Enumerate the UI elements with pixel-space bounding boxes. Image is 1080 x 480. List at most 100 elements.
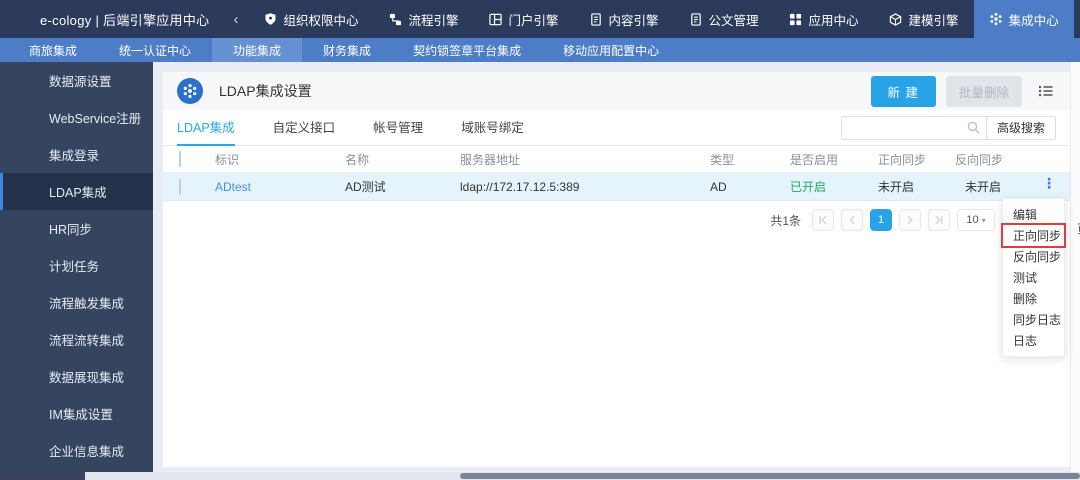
topnav-label: 内容引擎 [608, 13, 659, 28]
tab-domain-account-binding[interactable]: 域账号绑定 [461, 110, 524, 146]
new-button[interactable]: 新 建 [870, 75, 936, 107]
topnav-item-org-permission[interactable]: 组织权限中心 [248, 0, 373, 38]
topnav-label: 组织权限中心 [283, 13, 359, 28]
row-actions-context-menu: 编辑 正向同步 反向同步 测试 删除 同步日志 日志 [1002, 198, 1065, 357]
menu-item-forward-sync[interactable]: 正向同步 [1003, 225, 1064, 246]
search-area: 高级搜索 [840, 115, 1056, 140]
column-header-name: 名称 [345, 152, 370, 167]
column-header-reverse-sync: 反向同步 [955, 152, 1004, 167]
tab-ldap-integration[interactable]: LDAP集成 [177, 110, 235, 146]
menu-item-sync-log[interactable]: 同步日志 [1003, 309, 1064, 330]
menu-item-reverse-sync[interactable]: 反向同步 [1003, 246, 1064, 267]
menu-item-delete[interactable]: 删除 [1003, 288, 1064, 309]
app-logo: e-cology | 后端引擎应用中心 [40, 12, 210, 28]
tab-account-management[interactable]: 帐号管理 [373, 110, 423, 146]
topnav-item-content-engine[interactable]: 内容引擎 [574, 0, 674, 38]
topnav-item-modeling-engine[interactable]: 建模引擎 [874, 0, 974, 38]
column-header-enabled: 是否启用 [790, 152, 839, 167]
document-icon [589, 12, 603, 26]
row-actions-menu-icon[interactable]: ⋮ [1042, 176, 1056, 195]
column-header-type: 类型 [710, 152, 735, 167]
row-checkbox[interactable] [179, 178, 181, 195]
topnav-label: 集成中心 [1008, 13, 1059, 28]
batch-delete-button[interactable]: 批量删除 [945, 75, 1022, 107]
row-type: AD [710, 179, 727, 194]
tab-list: LDAP集成 自定义接口 帐号管理 域账号绑定 [177, 110, 524, 146]
sidebar-item-scheduled-tasks[interactable]: 计划任务 [0, 247, 153, 284]
sidebar-item-workflow-trigger[interactable]: 流程触发集成 [0, 284, 153, 321]
subnav-item-qiyuesuo[interactable]: 契约锁签章平台集成 [392, 38, 542, 62]
prev-page-button[interactable] [841, 209, 863, 231]
right-scroll-gutter [1070, 62, 1080, 472]
search-icon[interactable] [967, 121, 981, 135]
topnav-item-workflow-engine[interactable]: 流程引擎 [373, 0, 473, 38]
search-input[interactable] [840, 115, 987, 140]
sidebar-item-integration-login[interactable]: 集成登录 [0, 136, 153, 173]
row-id-link[interactable]: ADtest [215, 180, 251, 194]
topnav-label: 应用中心 [808, 13, 859, 28]
sidebar-item-im-settings[interactable]: IM集成设置 [0, 395, 153, 432]
topnav-label: 门户引擎 [508, 13, 559, 28]
menu-item-test[interactable]: 测试 [1003, 267, 1064, 288]
sidebar-item-ldap[interactable]: LDAP集成 [0, 173, 153, 210]
menu-item-log[interactable]: 日志 [1003, 330, 1064, 351]
layout-icon [488, 12, 502, 26]
nav-back-chevron-icon[interactable]: ‹ [223, 11, 248, 28]
pagination-total-label: 共1条 [770, 213, 801, 228]
nav-forward-chevron-icon[interactable]: › [1074, 11, 1080, 28]
select-all-checkbox[interactable] [179, 151, 181, 167]
top-navigation-bar: e-cology | 后端引擎应用中心 ‹ 组织权限中心 流程引擎 门户引擎 内… [0, 0, 1080, 38]
menu-item-edit[interactable]: 编辑 [1003, 204, 1064, 225]
shield-icon [263, 12, 277, 26]
column-header-forward-sync: 正向同步 [878, 152, 927, 167]
tab-custom-interface[interactable]: 自定义接口 [273, 110, 336, 146]
cube-icon [889, 12, 903, 26]
scrollbar-corner [0, 472, 85, 480]
table-row[interactable]: ADtest AD测试 ldap://172.17.12.5:389 AD 已开… [163, 173, 1070, 201]
header-actions: 新 建 批量删除 [870, 75, 1057, 107]
subnav-item-function[interactable]: 功能集成 [212, 38, 303, 62]
page-size-value: 10 [966, 214, 979, 226]
left-sidebar: 数据源设置 WebService注册 集成登录 LDAP集成 HR同步 计划任务… [0, 62, 153, 472]
topnav-item-integration-center[interactable]: 集成中心 [973, 0, 1074, 38]
sidebar-item-hr-sync[interactable]: HR同步 [0, 210, 153, 247]
row-enabled-status: 已开启 [790, 180, 827, 194]
last-page-button[interactable] [928, 209, 950, 231]
list-view-toggle-icon[interactable] [1036, 81, 1056, 101]
card-header: LDAP集成设置 新 建 批量删除 [163, 72, 1070, 110]
row-forward-sync-status: 未开启 [878, 180, 915, 194]
sidebar-item-webservice[interactable]: WebService注册 [0, 99, 153, 136]
sidebar-item-enterprise-info[interactable]: 企业信息集成 [0, 432, 153, 469]
next-page-button[interactable] [899, 209, 921, 231]
row-reverse-sync-status: 未开启 [965, 180, 1002, 194]
topnav-item-app-center[interactable]: 应用中心 [774, 0, 874, 38]
ldap-settings-card: LDAP集成设置 新 建 批量删除 LDAP集成 自定义接口 帐号管理 域账号绑… [163, 72, 1080, 467]
sidebar-item-data-display[interactable]: 数据展现集成 [0, 358, 153, 395]
first-page-button[interactable] [812, 209, 834, 231]
column-header-server: 服务器地址 [460, 152, 521, 167]
page-size-select[interactable]: 10 ▾ [957, 209, 995, 231]
advanced-search-button[interactable]: 高级搜索 [986, 115, 1056, 140]
workflow-icon [388, 12, 402, 26]
topnav-label: 建模引擎 [908, 13, 959, 28]
subnav-item-sso[interactable]: 统一认证中心 [98, 38, 212, 62]
row-name: AD测试 [345, 180, 386, 194]
topnav-item-official-doc[interactable]: 公文管理 [674, 0, 774, 38]
main-content-area: LDAP集成设置 新 建 批量删除 LDAP集成 自定义接口 帐号管理 域账号绑… [153, 62, 1080, 472]
topnav-label: 流程引擎 [408, 13, 459, 28]
subnav-item-mobile-config[interactable]: 移动应用配置中心 [542, 38, 680, 62]
subnav-item-finance[interactable]: 财务集成 [302, 38, 392, 62]
sidebar-item-datasource[interactable]: 数据源设置 [0, 62, 153, 99]
horizontal-scrollbar[interactable] [0, 472, 1080, 480]
sidebar-item-workflow-flow[interactable]: 流程流转集成 [0, 321, 153, 358]
watermark-text: 公众号 · OA运维 [984, 474, 1080, 480]
table-header-row: 标识 名称 服务器地址 类型 是否启用 正向同步 反向同步 [163, 146, 1070, 173]
subnav-item-travel[interactable]: 商旅集成 [8, 38, 98, 62]
pagination-bar: 共1条 1 10 ▾ [163, 201, 1070, 231]
apps-grid-icon [789, 12, 803, 26]
document-icon [689, 12, 703, 26]
current-page-button[interactable]: 1 [870, 209, 892, 231]
watermark: 公众号 · OA运维 [925, 474, 1080, 480]
topnav-item-portal-engine[interactable]: 门户引擎 [473, 0, 573, 38]
column-header-id: 标识 [215, 152, 240, 167]
